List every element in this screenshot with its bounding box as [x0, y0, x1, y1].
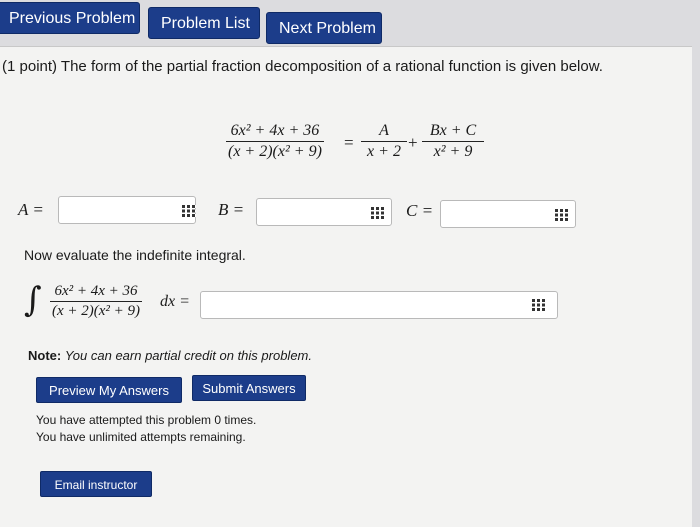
integral-prompt: Now evaluate the indefinite integral.	[24, 247, 246, 263]
lhs-denominator: (x + 2)(x² + 9)	[228, 143, 322, 160]
term2-denominator: x² + 9	[433, 143, 473, 160]
term1-numerator: A	[379, 122, 389, 139]
equals-sign: =	[344, 133, 354, 152]
label-a: A =	[18, 200, 44, 219]
term2-numerator: Bx + C	[429, 122, 477, 139]
preview-answers-button[interactable]: Preview My Answers	[36, 377, 182, 403]
integral-fraction: 6x² + 4x + 36 (x + 2)(x² + 9)	[50, 283, 143, 320]
email-instructor-button[interactable]: Email instructor	[40, 471, 152, 497]
note-label: Note:	[28, 348, 62, 363]
problem-intro: (1 point) The form of the partial fracti…	[2, 58, 603, 75]
integral-denominator: (x + 2)(x² + 9)	[52, 303, 141, 319]
previous-problem-button[interactable]: Previous Problem	[0, 2, 140, 34]
term1-fraction: A x + 2	[361, 122, 407, 161]
attempts-count: You have attempted this problem 0 times.	[36, 413, 257, 427]
submit-answers-button[interactable]: Submit Answers	[192, 375, 306, 401]
equation-editor-icon[interactable]	[532, 299, 546, 311]
partial-credit-note: Note: You can earn partial credit on thi…	[28, 348, 312, 363]
integral-numerator: 6x² + 4x + 36	[54, 283, 138, 299]
term1-denominator: x + 2	[367, 143, 401, 160]
equation-editor-icon[interactable]	[371, 207, 385, 219]
equation-editor-icon[interactable]	[555, 209, 569, 221]
answer-a-input[interactable]	[58, 196, 196, 224]
lhs-fraction: 6x² + 4x + 36 (x + 2)(x² + 9)	[226, 122, 324, 161]
next-problem-button[interactable]: Next Problem	[266, 12, 382, 44]
term2-fraction: Bx + C x² + 9	[422, 122, 484, 161]
integral-sign: ∫	[24, 280, 42, 320]
label-c: C =	[406, 201, 434, 220]
problem-list-button[interactable]: Problem List	[148, 7, 260, 39]
integral-answer-input[interactable]	[200, 291, 558, 319]
plus-sign: +	[408, 133, 418, 152]
label-b: B =	[218, 200, 245, 219]
integral-tail: dx =	[160, 293, 190, 310]
attempts-remaining: You have unlimited attempts remaining.	[36, 430, 246, 444]
equation-editor-icon[interactable]	[182, 205, 196, 217]
note-text: You can earn partial credit on this prob…	[64, 348, 312, 363]
lhs-numerator: 6x² + 4x + 36	[230, 122, 320, 139]
